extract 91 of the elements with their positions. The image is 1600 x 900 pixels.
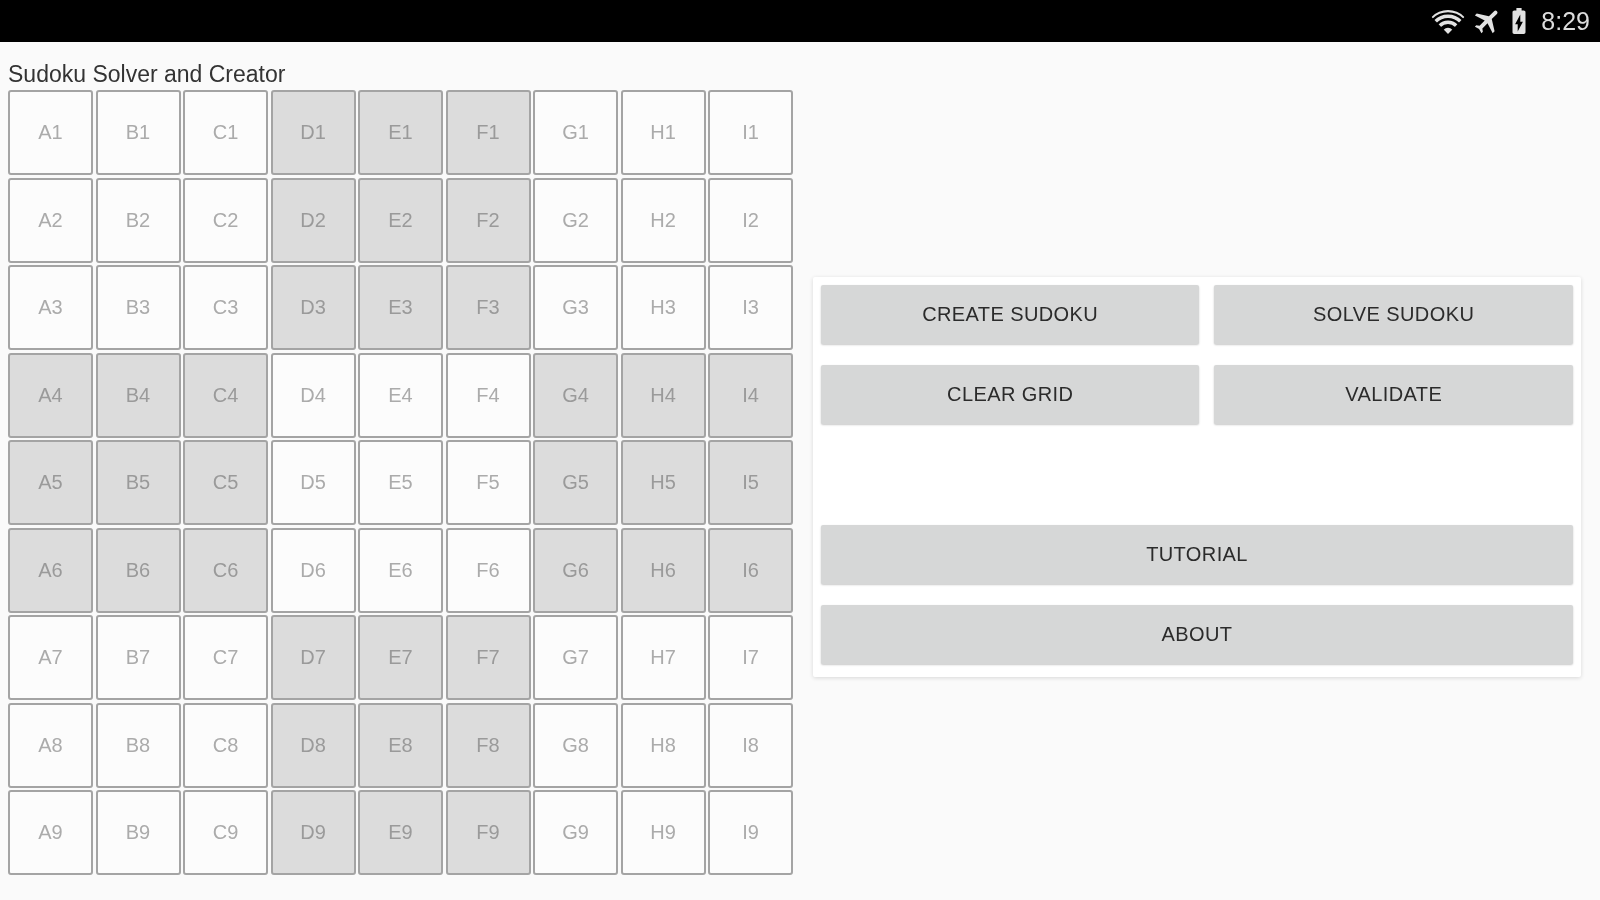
cell-input[interactable]: E1 [358,90,443,175]
cell-input[interactable]: A7 [8,615,93,700]
cell-input[interactable]: C4 [183,352,268,438]
cell-input[interactable]: C3 [183,265,268,350]
cell-input[interactable]: H1 [620,90,706,175]
wifi-icon [1431,8,1466,34]
cell-input[interactable]: D6 [270,527,356,613]
cell-input[interactable]: C7 [183,615,268,700]
cell-input[interactable]: A3 [8,265,93,350]
cell-input[interactable]: F4 [445,352,531,438]
cell-input[interactable]: F8 [445,702,531,788]
action-button[interactable]: ABOUT [821,605,1573,664]
clock-time: 8:29 [1541,7,1590,35]
cell-input[interactable]: B2 [95,177,181,263]
cell-input[interactable]: I3 [708,265,793,350]
cell-input[interactable]: D9 [270,790,356,875]
cell-input[interactable]: H7 [620,615,706,700]
cell-input[interactable]: I4 [708,352,793,438]
cell-input[interactable]: E7 [358,615,443,700]
cell-input[interactable]: G2 [533,177,618,263]
cell-input[interactable]: D7 [270,615,356,700]
cell-input[interactable]: A4 [8,352,93,438]
action-button[interactable]: VALIDATE [1214,365,1573,424]
cell-input[interactable]: F2 [445,177,531,263]
cell-input[interactable]: A9 [8,790,93,875]
cell-input[interactable]: B1 [95,90,181,175]
cell-input[interactable]: I8 [708,702,793,788]
cell-input[interactable]: H8 [620,702,706,788]
cell-input[interactable]: C8 [183,702,268,788]
cell-input[interactable]: E5 [358,440,443,525]
cell-input[interactable]: G9 [533,790,618,875]
cell-input[interactable]: G6 [533,527,618,613]
cell-input[interactable]: F3 [445,265,531,350]
cell-input[interactable]: A5 [8,440,93,525]
cell-input[interactable]: A1 [8,90,93,175]
cell-input[interactable]: I1 [708,90,793,175]
cell-input[interactable]: B3 [95,265,181,350]
cell-input[interactable]: B8 [95,702,181,788]
cell-input[interactable]: D5 [270,440,356,525]
cell-input[interactable]: G3 [533,265,618,350]
action-button[interactable]: SOLVE SUDOKU [1214,285,1573,344]
cell-input[interactable]: E9 [358,790,443,875]
cell-input[interactable]: I7 [708,615,793,700]
cell-input[interactable]: E3 [358,265,443,350]
cell-input[interactable]: A8 [8,702,93,788]
cell-input[interactable]: I9 [708,790,793,875]
cell-input[interactable]: G7 [533,615,618,700]
cell-input[interactable]: C2 [183,177,268,263]
cell-input[interactable]: B9 [95,790,181,875]
cell-input[interactable]: H4 [620,352,706,438]
cell-input[interactable]: I2 [708,177,793,263]
cell-input[interactable]: G8 [533,702,618,788]
cell-input[interactable]: D1 [270,90,356,175]
cell-input[interactable]: G5 [533,440,618,525]
cell-input[interactable]: E8 [358,702,443,788]
cell-input[interactable]: B7 [95,615,181,700]
cell-input[interactable]: D4 [270,352,356,438]
cell-input[interactable]: B4 [95,352,181,438]
app-title: Sudoku Solver and Creator [8,61,286,88]
cell-input[interactable]: D2 [270,177,356,263]
action-button[interactable]: CREATE SUDOKU [821,285,1200,344]
cell-input[interactable]: B6 [95,527,181,613]
cell-input[interactable]: D8 [270,702,356,788]
cell-input[interactable]: H5 [620,440,706,525]
cell-input[interactable]: C6 [183,527,268,613]
cell-input[interactable]: A6 [8,527,93,613]
cell-input[interactable]: E2 [358,177,443,263]
cell-input[interactable]: F5 [445,440,531,525]
cell-input[interactable]: B5 [95,440,181,525]
cell-input[interactable]: F9 [445,790,531,875]
cell-input[interactable]: H6 [620,527,706,613]
cell-input[interactable]: I5 [708,440,793,525]
battery-charging-icon [1511,8,1528,34]
action-button[interactable]: CLEAR GRID [821,365,1200,424]
cell-input[interactable]: G1 [533,90,618,175]
cell-input[interactable]: D3 [270,265,356,350]
cell-input[interactable]: E4 [358,352,443,438]
cell-input[interactable]: H2 [620,177,706,263]
cell-input[interactable]: F6 [445,527,531,613]
cell-input[interactable]: G4 [533,352,618,438]
cell-input[interactable]: I6 [708,527,793,613]
cell-input[interactable]: F7 [445,615,531,700]
cell-input[interactable]: C1 [183,90,268,175]
action-button[interactable]: TUTORIAL [821,525,1573,584]
cell-input[interactable]: A2 [8,177,93,263]
cell-input[interactable]: F1 [445,90,531,175]
cell-input[interactable]: E6 [358,527,443,613]
cell-input[interactable]: H9 [620,790,706,875]
cell-input[interactable]: C5 [183,440,268,525]
cell-input[interactable]: H3 [620,265,706,350]
cell-input[interactable]: C9 [183,790,268,875]
